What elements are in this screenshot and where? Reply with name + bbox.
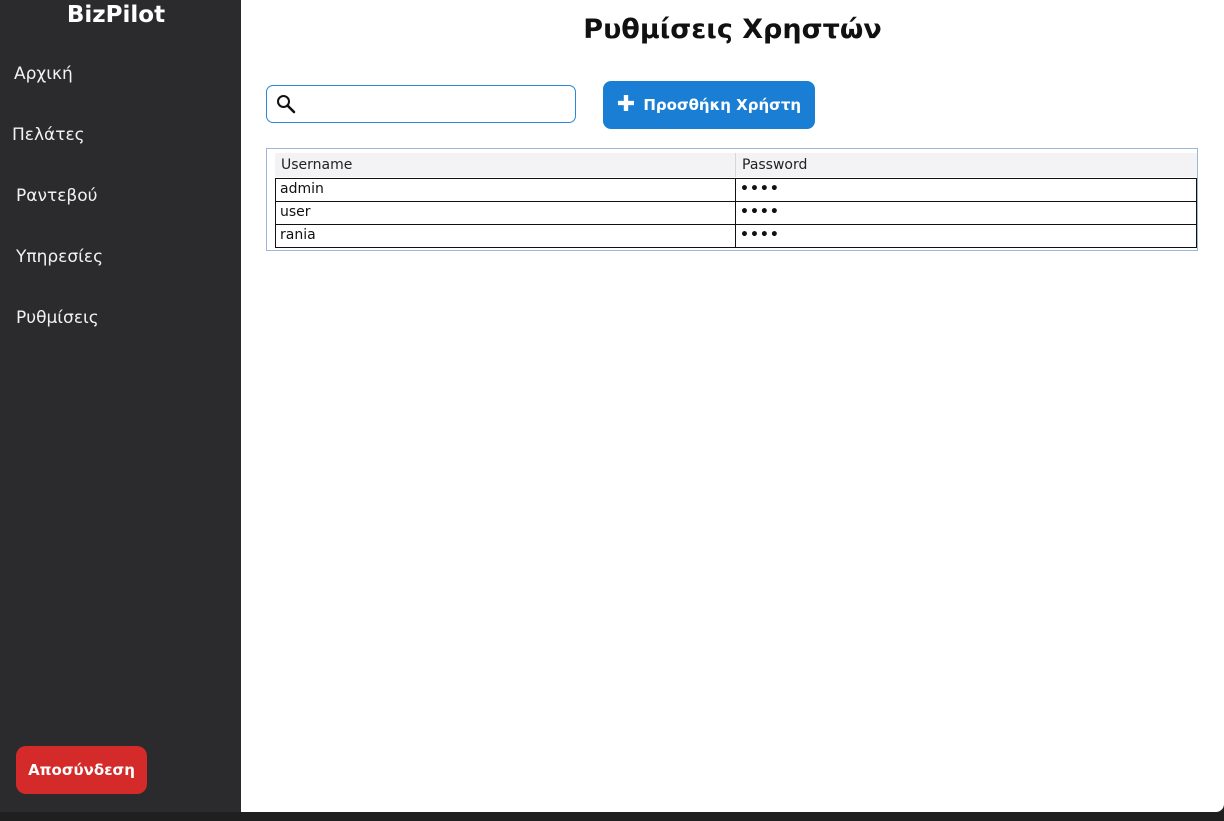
username-cell[interactable]: user: [276, 202, 736, 224]
column-header-username[interactable]: Username: [275, 153, 736, 177]
username-cell[interactable]: rania: [276, 225, 736, 247]
sidebar-item-appointments[interactable]: Ραντεβού: [16, 186, 97, 206]
sidebar-item-settings[interactable]: Ρυθμίσεις: [16, 308, 99, 328]
column-header-password[interactable]: Password: [736, 153, 1197, 177]
sidebar-item-customers[interactable]: Πελάτες: [12, 125, 85, 145]
app-window: BizPilot Αρχική Πελάτες Ραντεβού Υπηρεσί…: [0, 0, 1224, 812]
table-header: Username Password: [275, 153, 1197, 177]
users-table: Username Password admin •••• user •••• r…: [266, 148, 1198, 251]
password-cell[interactable]: ••••: [736, 225, 1196, 247]
main-content: Ρυθμίσεις Χρηστών ✚ Προσθήκη Χρήστη User…: [241, 0, 1224, 812]
logout-button[interactable]: Αποσύνδεση: [16, 746, 147, 794]
search-box[interactable]: [266, 85, 576, 123]
table-row[interactable]: admin ••••: [275, 178, 1197, 202]
sidebar-item-services[interactable]: Υπηρεσίες: [16, 247, 103, 267]
add-user-button[interactable]: ✚ Προσθήκη Χρήστη: [603, 81, 815, 129]
brand-logo: BizPilot: [66, 2, 166, 28]
sidebar: BizPilot Αρχική Πελάτες Ραντεβού Υπηρεσί…: [0, 0, 241, 812]
username-cell[interactable]: admin: [276, 179, 736, 201]
table-row[interactable]: user ••••: [275, 202, 1197, 225]
table-body: admin •••• user •••• rania ••••: [275, 178, 1197, 248]
taskbar-strip: [0, 812, 1224, 821]
password-cell[interactable]: ••••: [736, 179, 1196, 201]
password-cell[interactable]: ••••: [736, 202, 1196, 224]
search-input[interactable]: [303, 90, 571, 120]
sidebar-item-home[interactable]: Αρχική: [14, 64, 73, 84]
plus-icon: ✚: [616, 92, 636, 117]
page-title: Ρυθμίσεις Χρηστών: [583, 14, 882, 45]
add-user-label: Προσθήκη Χρήστη: [643, 96, 802, 114]
table-row[interactable]: rania ••••: [275, 225, 1197, 248]
search-icon: [276, 94, 296, 114]
